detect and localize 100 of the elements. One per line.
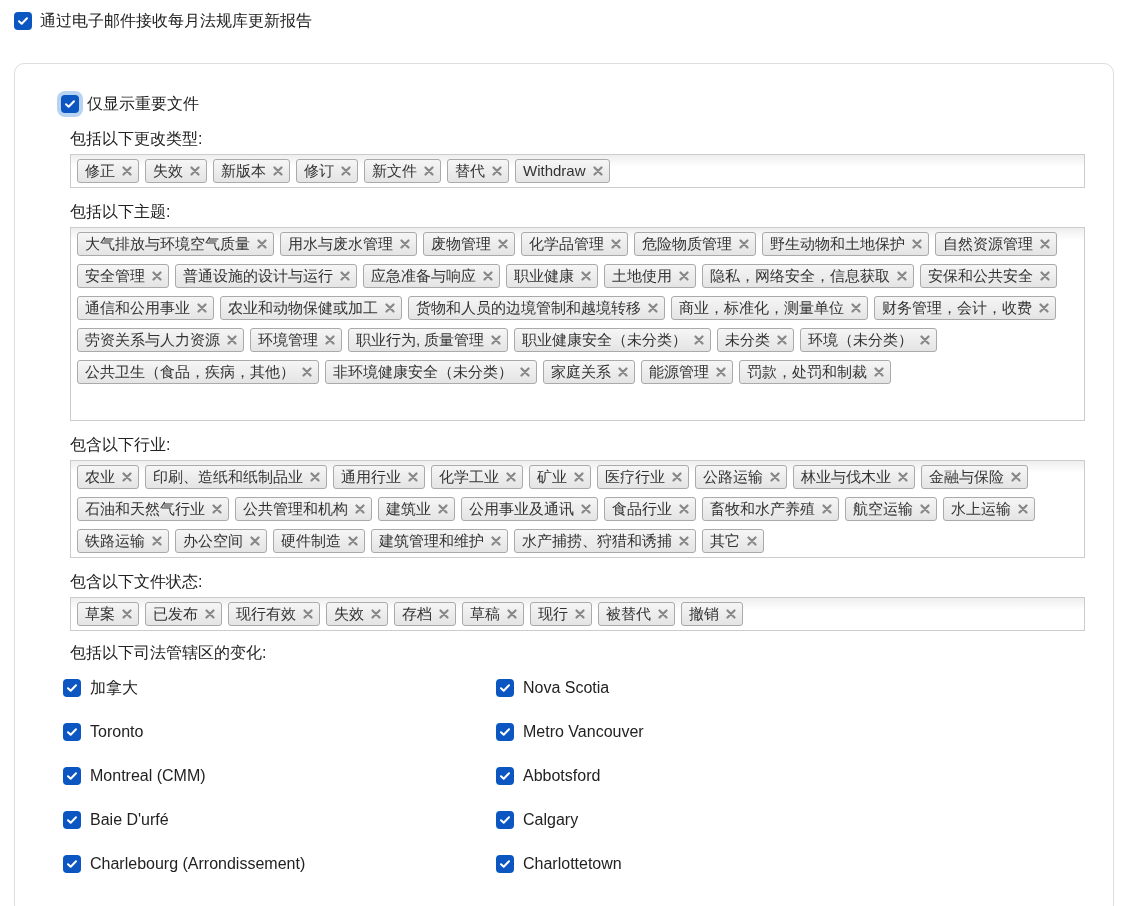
remove-icon[interactable]: [498, 239, 508, 249]
remove-icon[interactable]: [212, 504, 222, 514]
remove-icon[interactable]: [302, 367, 312, 377]
remove-icon[interactable]: [575, 609, 585, 619]
tag-label: 修订: [304, 160, 334, 181]
remove-icon[interactable]: [348, 536, 358, 546]
remove-icon[interactable]: [777, 335, 788, 345]
remove-icon[interactable]: [1039, 303, 1049, 313]
remove-icon[interactable]: [898, 472, 908, 482]
remove-icon[interactable]: [1011, 472, 1021, 482]
remove-icon[interactable]: [424, 166, 434, 176]
remove-icon[interactable]: [726, 609, 736, 619]
checkbox[interactable]: [63, 679, 81, 697]
remove-icon[interactable]: [920, 504, 930, 514]
remove-icon[interactable]: [152, 536, 162, 546]
remove-icon[interactable]: [679, 536, 689, 546]
remove-icon[interactable]: [679, 504, 689, 514]
remove-icon[interactable]: [747, 536, 757, 546]
remove-icon[interactable]: [874, 367, 884, 377]
remove-icon[interactable]: [672, 472, 682, 482]
remove-icon[interactable]: [385, 303, 395, 313]
tag-input-field[interactable]: 农业 印刷、造纸和纸制品业 通用行业 化学工业 矿业 医疗行业 公路运输 林业与伐木业 金融与保险 石油和天然气行业 公共管理和机构 建筑业 公用事业及通讯 食品行业 畜牧和水产养殖 航空运输 水上运输 铁路运输 办公空间 硬件制造 建筑管理和维护 水产捕捞、狩猎和诱捕 其它: [70, 460, 1085, 558]
tag-label: 畜牧和水产养殖: [710, 498, 815, 519]
remove-icon[interactable]: [739, 239, 749, 249]
tag-label: 航空运输: [853, 498, 913, 519]
remove-icon[interactable]: [574, 472, 584, 482]
remove-icon[interactable]: [506, 472, 516, 482]
checkbox[interactable]: [14, 12, 32, 30]
remove-icon[interactable]: [648, 303, 658, 313]
field-label: 包括以下司法管辖区的变化:: [69, 643, 268, 663]
remove-icon[interactable]: [408, 472, 418, 482]
tag-input-field[interactable]: 草案 已发布 现行有效 失效 存档 草稿 现行 被替代 撤销: [70, 597, 1085, 631]
checkbox[interactable]: [63, 723, 81, 741]
remove-icon[interactable]: [520, 367, 530, 377]
remove-icon[interactable]: [581, 504, 591, 514]
remove-icon[interactable]: [257, 239, 267, 249]
checkbox[interactable]: [63, 767, 81, 785]
remove-icon[interactable]: [618, 367, 628, 377]
remove-icon[interactable]: [770, 472, 780, 482]
remove-icon[interactable]: [507, 609, 517, 619]
tag-label: 公共管理和机构: [243, 498, 348, 519]
remove-icon[interactable]: [920, 335, 931, 345]
tag-label: 医疗行业: [605, 466, 665, 487]
remove-icon[interactable]: [694, 335, 705, 345]
remove-icon[interactable]: [897, 271, 907, 281]
tag-input-field[interactable]: 修正 失效 新版本 修订 新文件 替代 Withdraw: [70, 154, 1085, 188]
remove-icon[interactable]: [227, 335, 237, 345]
remove-icon[interactable]: [122, 472, 132, 482]
tag-label: 商业，标准化，测量单位: [679, 297, 844, 318]
remove-icon[interactable]: [152, 271, 162, 281]
remove-icon[interactable]: [611, 239, 621, 249]
remove-icon[interactable]: [1040, 271, 1050, 281]
remove-icon[interactable]: [581, 271, 591, 281]
remove-icon[interactable]: [492, 166, 502, 176]
remove-icon[interactable]: [716, 367, 726, 377]
remove-icon[interactable]: [205, 609, 215, 619]
remove-icon[interactable]: [439, 609, 449, 619]
checkbox[interactable]: [63, 811, 81, 829]
remove-icon[interactable]: [273, 166, 283, 176]
remove-icon[interactable]: [400, 239, 410, 249]
tag-label: 能源管理: [649, 361, 709, 382]
remove-icon[interactable]: [355, 504, 365, 514]
remove-icon[interactable]: [1018, 504, 1028, 514]
remove-icon[interactable]: [483, 271, 493, 281]
checkbox[interactable]: [63, 855, 81, 873]
remove-icon[interactable]: [325, 335, 335, 345]
checkbox[interactable]: [496, 767, 514, 785]
remove-icon[interactable]: [250, 536, 260, 546]
checkbox[interactable]: [496, 723, 514, 741]
tag-label: 货物和人员的边境管制和越境转移: [416, 297, 641, 318]
checkbox-label: Toronto: [90, 722, 144, 742]
remove-icon[interactable]: [303, 609, 313, 619]
tag-label: 金融与保险: [929, 466, 1004, 487]
remove-icon[interactable]: [658, 609, 668, 619]
remove-icon[interactable]: [491, 536, 501, 546]
checkbox[interactable]: [496, 811, 514, 829]
tag-label: 水产捕捞、狩猎和诱捕: [522, 530, 672, 551]
checkbox[interactable]: [496, 855, 514, 873]
remove-icon[interactable]: [1040, 239, 1050, 249]
remove-icon[interactable]: [190, 166, 200, 176]
remove-icon[interactable]: [822, 504, 832, 514]
remove-icon[interactable]: [197, 303, 207, 313]
remove-icon[interactable]: [592, 166, 603, 176]
checkbox-label: Abbotsford: [523, 766, 601, 786]
checkbox[interactable]: [496, 679, 514, 697]
remove-icon[interactable]: [122, 609, 132, 619]
remove-icon[interactable]: [122, 166, 132, 176]
remove-icon[interactable]: [491, 335, 502, 345]
tag-label: 化学工业: [439, 466, 499, 487]
remove-icon[interactable]: [438, 504, 448, 514]
remove-icon[interactable]: [371, 609, 381, 619]
remove-icon[interactable]: [341, 166, 351, 176]
remove-icon[interactable]: [310, 472, 320, 482]
tag-label: 新文件: [372, 160, 417, 181]
remove-icon[interactable]: [340, 271, 350, 281]
remove-icon[interactable]: [851, 303, 861, 313]
tag-input-field[interactable]: [70, 227, 1085, 421]
remove-icon[interactable]: [912, 239, 922, 249]
checkbox-label: Nova Scotia: [523, 678, 610, 698]
remove-icon[interactable]: [679, 271, 689, 281]
